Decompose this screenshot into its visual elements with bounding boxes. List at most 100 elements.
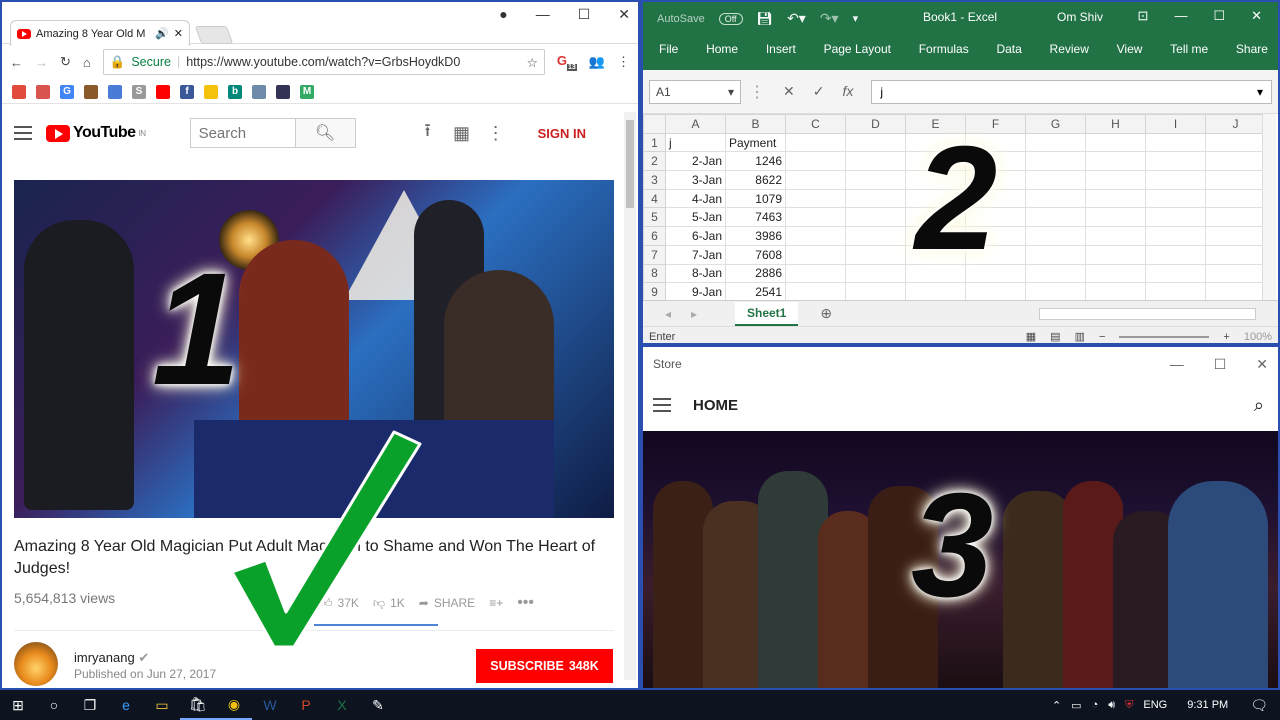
forward-icon[interactable]: → [35, 55, 48, 70]
scroll-sheets-right-icon[interactable]: ▸ [691, 307, 697, 321]
cell[interactable] [785, 282, 846, 300]
people-extension-icon[interactable]: 👥 [589, 54, 605, 70]
back-icon[interactable]: ← [10, 55, 23, 70]
upload-icon[interactable]: ⭱ [418, 118, 438, 148]
action-center-icon[interactable]: 🗨︎ [1250, 697, 1268, 714]
hamburger-menu-icon[interactable] [653, 398, 671, 412]
cell[interactable] [905, 282, 966, 300]
minimize-icon[interactable]: — [1170, 356, 1184, 373]
cell[interactable] [1145, 170, 1206, 190]
row-header[interactable]: 9 [643, 282, 666, 300]
column-header[interactable]: D [845, 114, 906, 134]
ribbon-tab-tell-me[interactable]: Tell me [1170, 42, 1208, 56]
page-break-view-icon[interactable]: ▥ [1075, 330, 1085, 343]
cell[interactable]: 9-Jan [665, 282, 726, 300]
subscribe-button[interactable]: SUBSCRIBE 348K [476, 649, 613, 683]
cell[interactable] [1085, 188, 1146, 209]
channel-avatar[interactable] [14, 642, 58, 686]
column-header[interactable]: G [1025, 114, 1086, 134]
page-layout-view-icon[interactable]: ▤ [1050, 330, 1060, 343]
cell[interactable] [1145, 282, 1206, 300]
search-input[interactable] [189, 118, 296, 148]
bookmark-icon[interactable]: M [300, 84, 314, 99]
google-icon[interactable]: G [60, 84, 74, 99]
ribbon-tab-file[interactable]: File [659, 42, 678, 56]
cell[interactable] [1025, 207, 1086, 228]
account-icon[interactable]: ● [499, 6, 507, 23]
cell[interactable] [1085, 132, 1146, 153]
powerpoint-icon[interactable]: P [288, 690, 324, 720]
ribbon-tab-view[interactable]: View [1117, 42, 1143, 56]
cell[interactable] [1085, 170, 1146, 190]
file-explorer-icon[interactable]: ▭ [144, 690, 180, 720]
cell[interactable]: 3986 [725, 226, 786, 246]
cell[interactable]: j [665, 132, 726, 153]
page-scrollbar[interactable] [624, 112, 636, 680]
column-header[interactable]: A [665, 114, 726, 134]
column-header[interactable]: C [785, 114, 846, 134]
add-sheet-icon[interactable]: ⊕ [820, 305, 832, 322]
cell[interactable]: 2-Jan [665, 151, 726, 172]
function-icon[interactable]: fx [842, 83, 853, 100]
cell[interactable]: 5-Jan [665, 207, 726, 228]
cell[interactable] [1025, 188, 1086, 209]
zoom-out-icon[interactable]: − [1099, 331, 1105, 343]
cell[interactable] [1145, 226, 1206, 246]
row-header[interactable]: 1 [643, 132, 666, 153]
show-hidden-icons-icon[interactable]: ⌃ [1052, 699, 1061, 712]
row-header[interactable]: 4 [643, 188, 666, 209]
star-icon[interactable]: ☆ [527, 55, 538, 70]
cell[interactable] [845, 207, 906, 228]
clock[interactable]: 9:31 PM [1187, 699, 1228, 711]
cell[interactable] [1205, 263, 1266, 284]
cell[interactable] [1085, 207, 1146, 228]
column-header[interactable]: I [1145, 114, 1206, 134]
cell[interactable]: Payment [725, 132, 786, 153]
ribbon-tab-data[interactable]: Data [996, 42, 1021, 56]
hamburger-menu-icon[interactable] [14, 126, 32, 140]
store-hero-banner[interactable]: 3 [643, 431, 1278, 688]
formula-input[interactable]: j ▾ [871, 79, 1272, 104]
cell[interactable]: 7463 [725, 207, 786, 228]
sheet-tab[interactable]: Sheet1 [735, 301, 799, 326]
chrome-icon[interactable]: ◉ [216, 690, 252, 720]
cell[interactable]: 4-Jan [665, 188, 726, 209]
bing-icon[interactable]: b [228, 84, 242, 99]
cancel-icon[interactable]: ✕ [783, 83, 795, 100]
antivirus-icon[interactable]: ⛨ [1125, 699, 1133, 712]
search-icon[interactable]: ⌕ [1254, 395, 1264, 416]
row-header[interactable]: 8 [643, 263, 666, 284]
omnibox[interactable]: 🔒 Secure | https://www.youtube.com/watch… [102, 49, 545, 75]
select-all-corner[interactable] [643, 114, 666, 134]
column-header[interactable]: J [1205, 114, 1266, 134]
close-icon[interactable]: ✕ [618, 6, 630, 23]
excel-icon[interactable]: X [324, 690, 360, 720]
bookmark-icon[interactable] [276, 84, 290, 99]
apps-grid-icon[interactable]: ▦ [452, 123, 472, 144]
windows-start-icon[interactable]: ⊞ [0, 690, 36, 720]
battery-icon[interactable]: ▭ [1071, 699, 1081, 712]
cell[interactable] [1025, 244, 1086, 265]
cell[interactable] [845, 244, 906, 265]
enter-icon[interactable]: ✓ [813, 83, 825, 100]
cell[interactable] [785, 188, 846, 209]
redo-icon[interactable]: ↷▾ [820, 10, 839, 27]
cell[interactable] [1145, 207, 1206, 228]
search-button[interactable]: 🔍︎ [295, 118, 356, 148]
tab-audio-icon[interactable]: 🔊 [155, 27, 169, 40]
row-header[interactable]: 2 [643, 151, 666, 172]
cell[interactable] [1205, 207, 1266, 228]
new-tab-button[interactable] [194, 26, 234, 44]
expand-icon[interactable]: ▾ [1257, 85, 1263, 99]
cell[interactable] [1025, 170, 1086, 190]
save-icon[interactable]: 💾︎ [757, 11, 774, 27]
cell[interactable] [1205, 132, 1266, 153]
reload-icon[interactable]: ↻ [60, 54, 71, 70]
url-text[interactable]: https://www.youtube.com/watch?v=GrbsHoyd… [186, 55, 460, 69]
youtube-logo[interactable]: YouTube IN [46, 124, 146, 142]
cell[interactable] [1085, 263, 1146, 284]
row-header[interactable]: 5 [643, 207, 666, 228]
more-vert-icon[interactable]: ⋮ [486, 123, 506, 144]
cell[interactable] [1085, 151, 1146, 172]
cell[interactable] [1205, 151, 1266, 172]
